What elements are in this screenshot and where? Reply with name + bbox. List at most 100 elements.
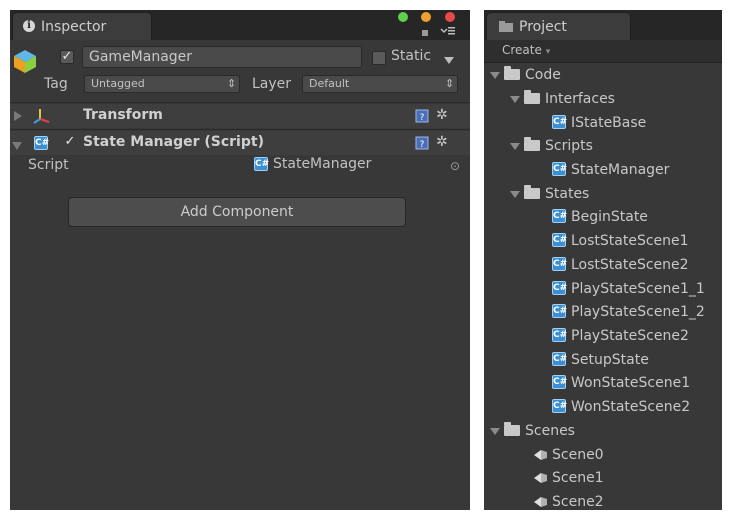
static-checkbox[interactable] (372, 51, 386, 65)
script-icon: C# (552, 375, 568, 389)
tree-item-label: BeginState (571, 209, 648, 225)
inspector-panel: i Inspector ✓ GameManager Static Tag Unt… (10, 10, 470, 510)
help-book-icon[interactable]: ? (415, 109, 429, 123)
tree-item-label: Scene0 (552, 447, 604, 463)
state-manager-component-header[interactable]: C# ✓ State Manager (Script) ? ✲ (10, 131, 470, 155)
red-dot-icon[interactable] (445, 12, 455, 22)
tree-item-state-file[interactable]: C# BeginState (552, 206, 648, 228)
create-menu[interactable]: Create ▾ (502, 43, 550, 57)
transform-component-header[interactable]: Transform ? ✲ (10, 104, 470, 128)
divider (10, 129, 470, 130)
transform-title: Transform (83, 107, 163, 123)
folder-icon (524, 89, 540, 104)
tree-item-state-file[interactable]: C# SetupState (552, 349, 649, 371)
tree-item-state-file[interactable]: C# PlayStateScene1_1 (552, 278, 705, 300)
state-manager-title: State Manager (Script) (83, 134, 264, 150)
active-checkbox[interactable]: ✓ (60, 50, 74, 64)
tree-item-scene[interactable]: Scene1 (532, 467, 604, 489)
panel-menu-icon[interactable] (440, 25, 456, 35)
folder-icon (524, 136, 540, 151)
tree-item-istatebase[interactable]: C# IStateBase (552, 112, 646, 134)
folder-tab-icon (499, 21, 513, 32)
tree-item-state-file[interactable]: C# LostStateScene1 (552, 230, 689, 252)
expand-arrow-icon[interactable] (490, 427, 500, 435)
tree-item-state-file[interactable]: C# LostStateScene2 (552, 254, 689, 276)
tree-item-statemanager[interactable]: C# StateManager (552, 159, 669, 181)
tag-dropdown[interactable]: Untagged ⇕ (84, 75, 240, 93)
tree-item-label: LostStateScene2 (571, 257, 689, 273)
tree-item-scripts[interactable]: Scripts (510, 135, 593, 157)
enabled-checkbox[interactable]: ✓ (63, 135, 77, 150)
layer-dropdown[interactable]: Default ⇕ (302, 75, 458, 93)
tab-project[interactable]: Project (486, 12, 631, 40)
script-field[interactable]: C# StateManager (254, 156, 371, 172)
inspector-tab-bar: i Inspector (10, 10, 470, 40)
create-label: Create (502, 43, 542, 57)
object-name-field[interactable]: GameManager (82, 46, 362, 68)
add-component-button[interactable]: Add Component (68, 197, 406, 227)
tree-item-label: Scene2 (552, 494, 604, 510)
tree-item-label: WonStateScene1 (571, 375, 691, 391)
unity-scene-icon (532, 447, 548, 461)
tree-item-label: States (545, 186, 590, 202)
tree-item-state-file[interactable]: C# WonStateScene1 (552, 372, 690, 394)
script-icon: C# (552, 281, 568, 295)
project-tab-bar: Project (484, 10, 722, 40)
tab-inspector[interactable]: i Inspector (12, 12, 152, 40)
tree-item-label: WonStateScene2 (571, 399, 691, 415)
collapsed-arrow-icon[interactable] (14, 110, 22, 121)
tab-project-label: Project (519, 19, 567, 35)
project-toolbar: Create ▾ (484, 40, 722, 63)
script-icon: C# (552, 257, 568, 271)
expanded-arrow-icon[interactable] (12, 139, 22, 150)
expand-arrow-icon[interactable] (510, 190, 520, 198)
script-icon: C# (552, 352, 568, 366)
script-icon: C# (552, 162, 568, 176)
tag-dropdown-arrow-icon: ⇕ (227, 77, 237, 90)
lock-icon[interactable] (420, 25, 430, 36)
info-icon: i (23, 20, 35, 32)
folder-icon (504, 421, 520, 436)
script-icon: C# (34, 136, 50, 150)
script-icon: C# (552, 233, 568, 247)
script-icon: C# (552, 209, 568, 223)
tree-item-code[interactable]: Code (490, 64, 561, 86)
tag-label: Tag (44, 76, 68, 92)
tree-item-scene[interactable]: Scene2 (532, 491, 604, 513)
layer-dropdown-arrow-icon: ⇕ (445, 77, 455, 90)
script-value: StateManager (273, 156, 372, 172)
expand-arrow-icon[interactable] (510, 95, 520, 103)
script-icon: C# (552, 399, 568, 413)
tree-item-scene[interactable]: Scene0 (532, 444, 604, 466)
tree-item-label: Scenes (525, 423, 575, 439)
orange-dot-icon[interactable] (421, 12, 431, 22)
tree-item-label: Scripts (545, 138, 593, 154)
tree-item-states[interactable]: States (510, 183, 589, 205)
tree-item-state-file[interactable]: C# WonStateScene2 (552, 396, 690, 418)
tab-inspector-label: Inspector (41, 19, 107, 35)
unity-scene-icon (532, 494, 548, 508)
svg-text:?: ? (420, 113, 425, 123)
tree-item-label: PlayStateScene2 (571, 328, 689, 344)
script-icon: C# (552, 115, 568, 129)
tree-item-label: PlayStateScene1_2 (571, 304, 705, 320)
expand-arrow-icon[interactable] (490, 71, 500, 79)
help-book-icon[interactable]: ? (415, 136, 429, 150)
expand-arrow-icon[interactable] (510, 142, 520, 150)
layer-label: Layer (252, 76, 292, 92)
tree-item-label: StateManager (571, 162, 670, 178)
tree-item-interfaces[interactable]: Interfaces (510, 88, 615, 110)
tree-item-label: PlayStateScene1_1 (571, 281, 705, 297)
gear-icon[interactable]: ✲ (436, 134, 448, 150)
tree-item-scenes[interactable]: Scenes (490, 420, 575, 442)
static-dropdown-icon[interactable] (444, 54, 454, 64)
layer-value: Default (309, 77, 350, 90)
object-picker-icon[interactable]: ⊙ (450, 159, 460, 173)
divider (10, 102, 470, 103)
tree-item-label: Code (525, 67, 561, 83)
gameobject-cube-icon (12, 48, 38, 74)
tree-item-state-file[interactable]: C# PlayStateScene1_2 (552, 301, 705, 323)
gear-icon[interactable]: ✲ (436, 107, 448, 123)
green-dot-icon[interactable] (398, 12, 408, 22)
tree-item-state-file[interactable]: C# PlayStateScene2 (552, 325, 689, 347)
